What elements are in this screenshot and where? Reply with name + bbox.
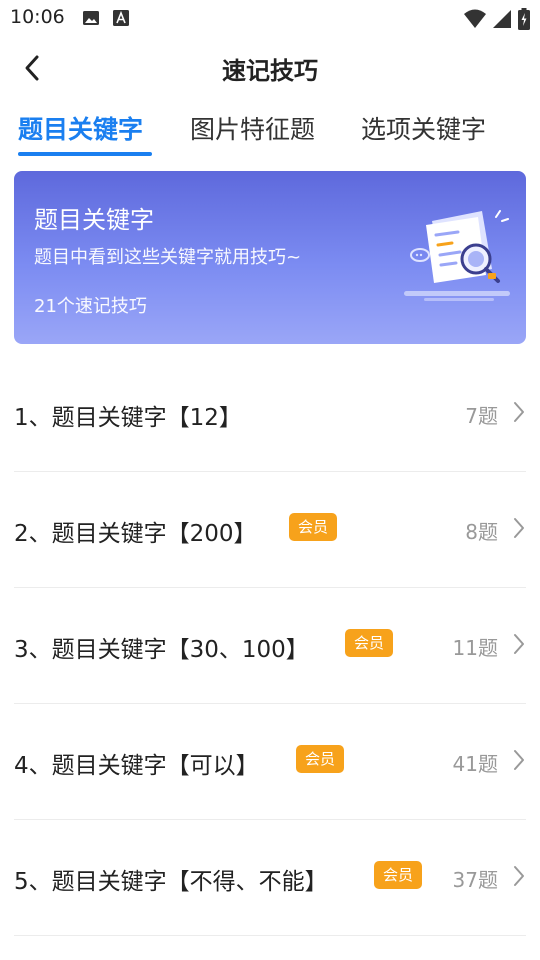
active-tab-indicator: [18, 152, 152, 156]
tab-bar: 题目关键字 图片特征题 选项关键字: [0, 100, 540, 160]
divider: [14, 935, 526, 936]
page-title: 速记技巧: [222, 57, 318, 85]
status-bar: 10:06: [0, 0, 540, 36]
item-title: 4、题目关键字【可以】: [14, 753, 259, 779]
chevron-right-icon: [514, 634, 524, 654]
item-title: 5、题目关键字【不得、不能】: [14, 869, 328, 895]
image-icon: [83, 11, 99, 25]
list-item[interactable]: 3、题目关键字【30、100】 会员 11题: [0, 588, 540, 704]
list-item[interactable]: 2、题目关键字【200】 会员 8题: [0, 472, 540, 588]
item-count: 11题: [452, 636, 498, 660]
chevron-right-icon: [514, 750, 524, 770]
item-count: 41题: [452, 752, 498, 776]
tab-title-keywords[interactable]: 题目关键字: [18, 110, 143, 146]
item-title: 1、题目关键字【12】: [14, 405, 242, 431]
chevron-right-icon: [514, 402, 524, 422]
wifi-icon: [464, 9, 486, 28]
vip-badge: 会员: [345, 629, 394, 657]
item-count: 37题: [452, 868, 498, 892]
document-magnifier-illustration: [404, 210, 510, 301]
list-item[interactable]: 4、题目关键字【可以】 会员 41题: [0, 704, 540, 820]
item-title: 3、题目关键字【30、100】: [14, 637, 309, 663]
item-count: 8题: [465, 520, 498, 544]
tips-list: 1、题目关键字【12】 7题 2、题目关键字【200】 会员 8题 3、题目关键…: [0, 356, 540, 936]
chevron-right-icon: [514, 866, 524, 886]
signal-icon: [493, 10, 511, 28]
text-a-icon: [113, 10, 129, 26]
chevron-right-icon: [514, 518, 524, 538]
vip-badge: 会员: [289, 513, 338, 541]
banner-title: 题目关键字: [34, 206, 154, 234]
status-left-icons: [82, 9, 130, 27]
status-time: 10:06: [10, 6, 65, 28]
list-item[interactable]: 5、题目关键字【不得、不能】 会员 37题: [0, 820, 540, 936]
category-banner: 题目关键字 题目中看到这些关键字就用技巧~ 21个速记技巧: [14, 171, 526, 344]
vip-badge: 会员: [374, 861, 423, 889]
vip-badge: 会员: [296, 745, 345, 773]
battery-charging-icon: [518, 8, 530, 30]
item-title: 2、题目关键字【200】: [14, 521, 257, 547]
tab-option-keywords[interactable]: 选项关键字: [361, 110, 486, 146]
banner-subtitle: 题目中看到这些关键字就用技巧~: [34, 247, 302, 268]
status-right-icons: [464, 8, 530, 30]
list-item[interactable]: 1、题目关键字【12】 7题: [0, 356, 540, 472]
item-count: 7题: [465, 404, 498, 428]
tab-image-features[interactable]: 图片特征题: [190, 110, 315, 146]
banner-count: 21个速记技巧: [34, 296, 147, 317]
header: 速记技巧: [0, 40, 540, 96]
